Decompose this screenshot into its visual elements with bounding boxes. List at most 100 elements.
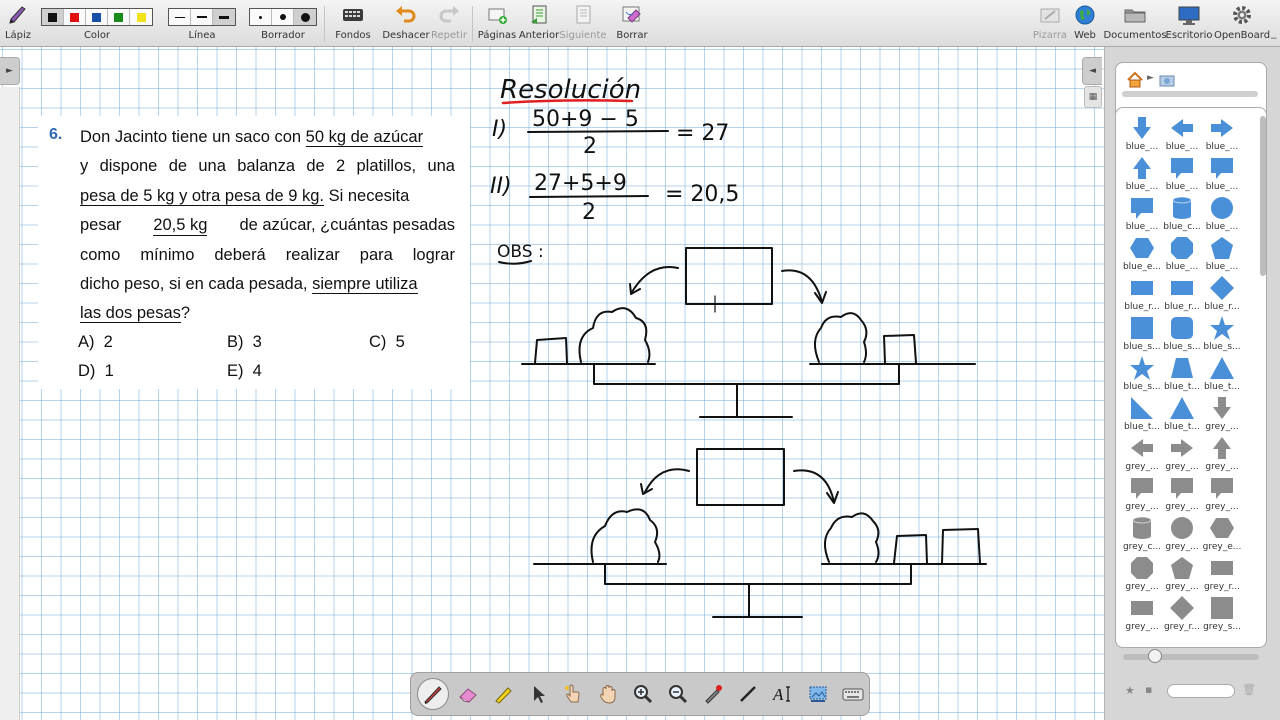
library-item[interactable]: blue_t...	[1160, 354, 1204, 393]
library-panel-toggle[interactable]: ◄	[1082, 57, 1102, 85]
eraser-size-medium[interactable]	[272, 9, 294, 25]
library-item[interactable]: blue_...	[1200, 154, 1244, 193]
line-width-medium[interactable]	[191, 9, 213, 25]
eraser-size-large[interactable]	[294, 9, 316, 25]
library-item[interactable]: grey_...	[1160, 434, 1204, 473]
line-tool[interactable]	[732, 678, 764, 710]
thumbnail-size-slider[interactable]	[1123, 654, 1259, 660]
library-item[interactable]: grey_...	[1200, 474, 1244, 513]
library-item[interactable]: grey_c...	[1120, 514, 1164, 553]
capture-tool[interactable]	[802, 678, 834, 710]
virtual-keyboard-tool[interactable]	[837, 678, 869, 710]
new-folder-icon[interactable]: ▪	[1145, 683, 1152, 696]
library-item[interactable]: grey_...	[1120, 474, 1164, 513]
next-page-button[interactable]: Siguiente	[559, 0, 607, 47]
library-item[interactable]: grey_...	[1120, 434, 1164, 473]
library-item[interactable]: blue_...	[1120, 154, 1164, 193]
zoom-in-tool[interactable]	[627, 678, 659, 710]
library-item[interactable]: blue_...	[1200, 114, 1244, 153]
library-item[interactable]: blue_t...	[1200, 354, 1244, 393]
sugar-sack-box	[685, 247, 773, 305]
library-item[interactable]: blue_...	[1200, 194, 1244, 233]
library-item[interactable]: blue_c...	[1160, 194, 1204, 233]
svg-text:A: A	[772, 685, 784, 704]
page-thumbnails-toggle[interactable]: ►	[0, 57, 20, 85]
shapes-folder-icon[interactable]	[1158, 71, 1176, 89]
library-item[interactable]: grey_...	[1120, 554, 1164, 593]
line-width-thick[interactable]	[213, 9, 235, 25]
step-1-label: I)	[492, 117, 507, 142]
highlighter-tool[interactable]	[487, 678, 519, 710]
library-item[interactable]: blue_r...	[1200, 274, 1244, 313]
pages-button[interactable]: Páginas	[478, 0, 516, 47]
color-swatch-green[interactable]	[108, 9, 130, 25]
desktop-mode-button[interactable]: Escritorio	[1166, 0, 1212, 47]
hand-pan-tool[interactable]	[592, 678, 624, 710]
color-swatch-blue[interactable]	[86, 9, 108, 25]
library-item[interactable]: blue_s...	[1200, 314, 1244, 353]
openboard-menu-button[interactable]: OpenBoard	[1214, 0, 1270, 47]
zoom-out-tool[interactable]	[662, 678, 694, 710]
library-item[interactable]: grey_...	[1160, 554, 1204, 593]
web-mode-button[interactable]: Web	[1070, 0, 1100, 47]
library-item[interactable]: blue_...	[1200, 234, 1244, 273]
library-item[interactable]: grey_e...	[1200, 514, 1244, 553]
library-item[interactable]: blue_s...	[1160, 314, 1204, 353]
eraser-size-small[interactable]	[250, 9, 272, 25]
pen-tool[interactable]	[417, 678, 449, 710]
library-item[interactable]: grey_...	[1160, 514, 1204, 553]
selector-tool[interactable]	[522, 678, 554, 710]
color-swatch-yellow[interactable]	[130, 9, 152, 25]
previous-page-button[interactable]: Anterior	[519, 0, 559, 47]
library-item[interactable]: grey_...	[1120, 594, 1164, 633]
interact-tool[interactable]	[557, 678, 589, 710]
library-item[interactable]: grey_...	[1200, 434, 1244, 473]
line-width-thin[interactable]	[169, 9, 191, 25]
home-icon[interactable]	[1126, 71, 1144, 89]
trash-icon[interactable]: 🗑	[1242, 683, 1256, 696]
library-item-label: blue_...	[1205, 222, 1239, 232]
library-item[interactable]: blue_...	[1120, 194, 1164, 233]
undo-button[interactable]: Deshacer	[382, 0, 430, 47]
library-item[interactable]: blue_...	[1160, 154, 1204, 193]
color-swatch-black[interactable]	[42, 9, 64, 25]
pen-tool-button[interactable]: Lápiz	[4, 0, 32, 47]
erase-page-button[interactable]: Borrar	[612, 0, 652, 47]
library-item[interactable]: grey_r...	[1160, 594, 1204, 633]
text-tool[interactable]: A	[767, 678, 799, 710]
board-mode-button[interactable]: Pizarra	[1032, 0, 1068, 47]
documents-mode-button[interactable]: Documentos	[1103, 0, 1167, 47]
library-item[interactable]: blue_...	[1160, 234, 1204, 273]
library-search-input[interactable]	[1167, 684, 1235, 698]
thumbnail-size-slider-knob[interactable]	[1148, 649, 1162, 663]
library-scrollbar[interactable]	[1260, 116, 1266, 276]
line-icon	[740, 686, 756, 702]
pointing-hand-icon	[565, 684, 580, 703]
backgrounds-button[interactable]: Fondos	[334, 0, 372, 47]
library-item[interactable]: blue_e...	[1120, 234, 1164, 273]
laser-pointer-tool[interactable]	[697, 678, 729, 710]
library-item[interactable]: grey_...	[1200, 394, 1244, 433]
redo-button[interactable]: Repetir	[431, 0, 467, 47]
library-item[interactable]: grey_s...	[1200, 594, 1244, 633]
library-item[interactable]: blue_t...	[1120, 394, 1164, 433]
library-item[interactable]: blue_r...	[1160, 274, 1204, 313]
favorite-star-icon[interactable]: ★	[1125, 684, 1135, 697]
library-item[interactable]: blue_s...	[1120, 354, 1164, 393]
library-item[interactable]: grey_r...	[1200, 554, 1244, 593]
collapse-toolbar-icon[interactable]: −	[1270, 34, 1278, 44]
library-item[interactable]: blue_...	[1160, 114, 1204, 153]
eraser-tool[interactable]	[452, 678, 484, 710]
library-item[interactable]: blue_r...	[1120, 274, 1164, 313]
library-item[interactable]: grey_...	[1160, 474, 1204, 513]
library-item[interactable]: blue_s...	[1120, 314, 1164, 353]
breadcrumb-scrollbar[interactable]	[1122, 91, 1258, 97]
whiteboard-canvas[interactable]: 6. Don Jacinto tiene un saco con 50 kg d…	[0, 47, 1104, 720]
library-grid-toggle[interactable]: ▦	[1084, 86, 1102, 108]
library-item[interactable]: blue_...	[1120, 114, 1164, 153]
library-item[interactable]: blue_t...	[1160, 394, 1204, 433]
arrow-down-icon	[1133, 117, 1151, 139]
library-item-label: blue_e...	[1122, 262, 1162, 272]
color-swatch-red[interactable]	[64, 9, 86, 25]
diamond-icon	[1210, 276, 1234, 300]
